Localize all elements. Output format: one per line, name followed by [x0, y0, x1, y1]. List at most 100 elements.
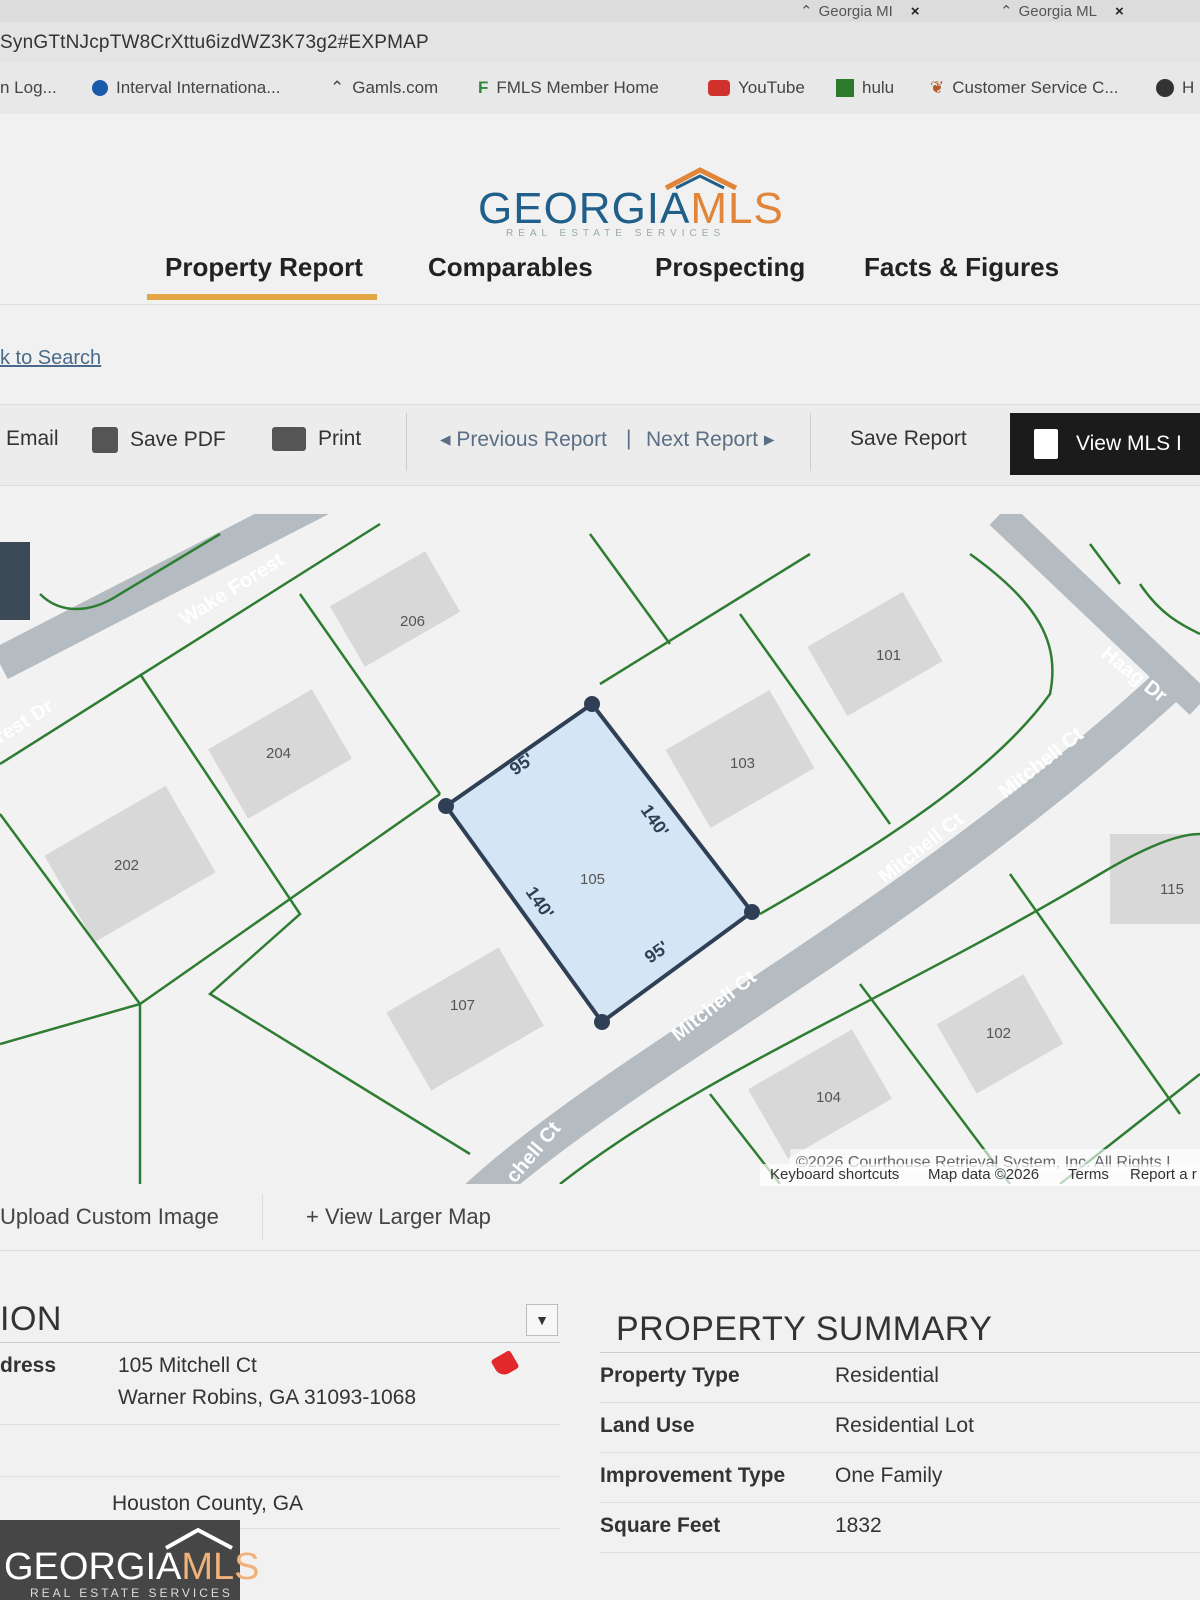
road — [0, 514, 329, 680]
document-icon — [1034, 429, 1058, 459]
squirrel-icon: ❦ — [930, 78, 945, 97]
view-mls-button[interactable]: View MLS I — [1010, 413, 1200, 475]
summary-value: Residential — [835, 1364, 939, 1387]
toolbar-divider — [406, 413, 407, 471]
browser-tabstrip: ⌃ Georgia MI × ⌃ Georgia ML × — [0, 0, 1200, 22]
close-icon[interactable]: × — [911, 3, 920, 20]
bookmark-item[interactable]: YouTube — [708, 78, 805, 98]
email-button[interactable]: Email — [6, 427, 59, 451]
building-footprint — [1110, 834, 1200, 924]
browser-tab[interactable]: ⌃ Georgia MI × — [800, 0, 920, 22]
building-footprint — [329, 551, 461, 667]
bookmark-item[interactable]: n Log... — [0, 78, 57, 98]
lot-number: 103 — [730, 755, 755, 772]
tab-property-report[interactable]: Property Report — [165, 252, 363, 283]
lot-number: 105 — [580, 871, 605, 888]
section-title: ION — [0, 1300, 62, 1338]
map-panel-toggle[interactable] — [0, 542, 30, 620]
bookmark-item[interactable]: ❦ Customer Service C... — [930, 78, 1119, 98]
report-nav: Property Report Comparables Prospecting … — [0, 244, 1200, 305]
back-to-search-link[interactable]: k to Search — [0, 347, 101, 370]
summary-value: One Family — [835, 1464, 943, 1487]
logo-tagline: REAL ESTATE SERVICES — [506, 228, 726, 239]
report-toolbar: Email Save PDF Print ◂ Previous Report |… — [0, 404, 1200, 486]
roof-icon: ⌃ — [800, 3, 813, 20]
print-button[interactable]: Print — [272, 427, 361, 451]
lot-number: 204 — [266, 745, 291, 762]
chevron-down-icon[interactable]: ▼ — [526, 1304, 558, 1336]
section-title: PROPERTY SUMMARY — [616, 1310, 993, 1348]
report-error-link[interactable]: Report a r — [1130, 1166, 1197, 1183]
terms-link[interactable]: Terms — [1068, 1166, 1109, 1183]
bookmark-label: Customer Service C... — [952, 78, 1119, 97]
bookmark-label: YouTube — [738, 78, 805, 97]
bookmark-label: FMLS Member Home — [496, 78, 659, 97]
close-icon[interactable]: × — [1115, 3, 1124, 20]
summary-row: Property Type Residential — [600, 1354, 1200, 1403]
floppy-disk-icon — [92, 427, 118, 453]
view-larger-map-link[interactable]: + View Larger Map — [306, 1204, 491, 1230]
county-value: Houston County, GA — [112, 1492, 304, 1515]
keyboard-shortcuts-link[interactable]: Keyboard shortcuts — [770, 1166, 899, 1183]
address-bar[interactable]: SynGTtNJcpTW8CrXttu6izdWZ3K73g2#EXPMAP — [0, 22, 1200, 62]
next-report-link[interactable]: Next Report ▸ — [646, 427, 774, 452]
summary-key: Square Feet — [600, 1514, 721, 1537]
watermark-wordmark: GEORGIAMLS — [4, 1546, 260, 1588]
lot-number: 206 — [400, 613, 425, 630]
bookmark-label: hulu — [862, 78, 895, 97]
app-page: GEORGIAMLS REAL ESTATE SERVICES Property… — [0, 114, 1200, 1600]
browser-tab[interactable]: ⌃ Georgia ML × — [1000, 0, 1124, 22]
map-data-label: Map data ©2026 — [928, 1166, 1040, 1183]
bookmark-label: Gamls.com — [352, 78, 439, 97]
fmls-icon: F — [478, 78, 489, 97]
lot-number: 104 — [816, 1089, 841, 1106]
building-footprint — [807, 591, 943, 717]
street-label: rest Dr — [0, 695, 58, 748]
save-pdf-button[interactable]: Save PDF — [92, 427, 226, 453]
toolbar-divider — [810, 413, 811, 471]
parcel-map[interactable]: Wake Forest rest Dr Haag Dr Mitchell Ct … — [0, 514, 1200, 1184]
print-label: Print — [318, 427, 362, 450]
email-label: Email — [6, 427, 59, 450]
summary-key: Improvement Type — [600, 1464, 786, 1487]
roof-icon: ⌃ — [1000, 3, 1013, 20]
summary-row: Land Use Residential Lot — [600, 1404, 1200, 1453]
lot-number: 107 — [450, 997, 475, 1014]
tag-icon[interactable] — [490, 1349, 520, 1379]
lot-number: 102 — [986, 1025, 1011, 1042]
hulu-icon — [836, 79, 854, 97]
map-actions: Upload Custom Image + View Larger Map — [0, 1184, 1200, 1251]
lot-number: 101 — [876, 647, 901, 664]
tab-prospecting[interactable]: Prospecting — [655, 252, 805, 283]
georgia-mls-watermark: GEORGIAMLS REAL ESTATE SERVICES — [0, 1520, 260, 1600]
bookmark-item[interactable]: Interval Internationa... — [92, 78, 280, 98]
previous-report-link[interactable]: ◂ Previous Report — [440, 427, 607, 452]
save-report-button[interactable]: Save Report — [850, 427, 967, 451]
upload-custom-image-link[interactable]: Upload Custom Image — [0, 1204, 219, 1230]
map-attribution-bar: Keyboard shortcuts Map data ©2026 Terms … — [760, 1164, 1200, 1186]
bookmark-item[interactable]: F FMLS Member Home — [478, 78, 659, 98]
address-line2: Warner Robins, GA 31093-1068 — [118, 1386, 417, 1409]
url-text[interactable]: SynGTtNJcpTW8CrXttu6izdWZ3K73g2#EXPMAP — [0, 32, 429, 54]
globe-icon — [1156, 79, 1174, 97]
address-line1: 105 Mitchell Ct — [118, 1354, 257, 1377]
summary-key: Property Type — [600, 1364, 740, 1387]
tab-comparables[interactable]: Comparables — [428, 252, 593, 283]
divider — [262, 1194, 263, 1240]
summary-value: Residential Lot — [835, 1414, 974, 1437]
printer-icon — [272, 427, 306, 451]
tab-facts-figures[interactable]: Facts & Figures — [864, 252, 1059, 283]
summary-key: Land Use — [600, 1414, 695, 1437]
bookmark-item[interactable]: ⌃ Gamls.com — [330, 78, 438, 98]
property-summary-section: PROPERTY SUMMARY Property Type Residentia… — [600, 1294, 1200, 1594]
address-label: dress — [0, 1354, 57, 1377]
bookmark-item[interactable]: hulu — [836, 78, 894, 98]
tab-label: Georgia ML — [1018, 2, 1097, 20]
georgia-mls-logo[interactable]: GEORGIAMLS REAL ESTATE SERVICES — [478, 166, 783, 246]
summary-value: 1832 — [835, 1514, 882, 1537]
parcel-map-canvas[interactable]: Wake Forest rest Dr Haag Dr Mitchell Ct … — [0, 514, 1200, 1184]
divider — [600, 1352, 1200, 1353]
blank-row — [0, 1426, 560, 1477]
bookmark-item[interactable]: H — [1156, 78, 1194, 98]
view-mls-label: View MLS I — [1076, 432, 1182, 455]
